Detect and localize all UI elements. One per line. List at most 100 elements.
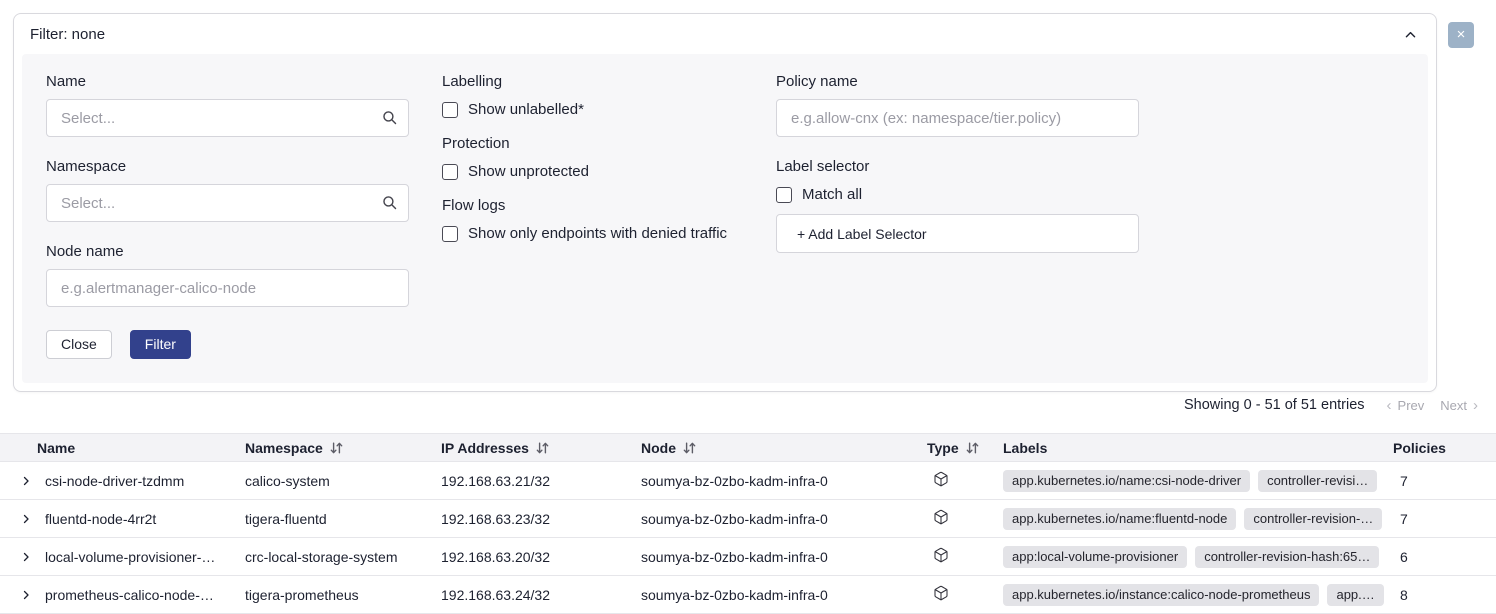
endpoint-name: prometheus-calico-node-… — [45, 587, 214, 603]
show-unprotected-checkbox[interactable] — [442, 164, 458, 180]
endpoint-ip-addresses: 192.168.63.21/32 — [441, 473, 641, 489]
endpoint-labels: app.kubernetes.io/name:csi-node-driver co… — [1003, 470, 1393, 492]
filter-panel: Filter: none Name Namespace Node name — [13, 13, 1437, 392]
pagination: Showing 0 - 51 of 51 entries ‹ Prev Next… — [1184, 397, 1478, 413]
endpoint-ip-addresses: 192.168.63.24/32 — [441, 587, 641, 603]
endpoint-policies-count: 8 — [1393, 587, 1496, 603]
endpoint-namespace: tigera-prometheus — [245, 587, 441, 603]
show-unlabelled-checkbox[interactable] — [442, 102, 458, 118]
endpoint-node: soumya-bz-0zbo-kadm-infra-0 — [641, 511, 927, 527]
column-header-ip-addresses[interactable]: IP Addresses — [441, 440, 641, 456]
column-header-namespace[interactable]: Namespace — [245, 440, 441, 456]
column-header-name: Name — [0, 440, 245, 456]
label-selector-heading: Label selector — [776, 158, 1139, 175]
name-select[interactable] — [46, 99, 409, 137]
namespace-label: Namespace — [46, 158, 409, 175]
flow-logs-heading: Flow logs — [442, 197, 743, 214]
endpoint-policies-count: 7 — [1393, 473, 1496, 489]
search-icon — [381, 194, 398, 211]
column-header-node[interactable]: Node — [641, 440, 927, 456]
table-row[interactable]: fluentd-node-4rr2t tigera-fluentd 192.16… — [0, 500, 1496, 538]
endpoint-policies-count: 7 — [1393, 511, 1496, 527]
label-chip: controller-revisi… — [1258, 470, 1377, 492]
label-chip: app.kubernetes.io/instance:calico-node-p… — [1003, 584, 1319, 606]
filter-panel-body: Name Namespace Node name Close Filt — [22, 54, 1428, 383]
sort-icon[interactable] — [330, 442, 343, 454]
sort-icon[interactable] — [683, 442, 696, 454]
match-all-checkbox[interactable] — [776, 187, 792, 203]
endpoints-table-body: csi-node-driver-tzdmm calico-system 192.… — [0, 462, 1496, 614]
label-chip: controller-revision-… — [1244, 508, 1382, 530]
endpoint-node: soumya-bz-0zbo-kadm-infra-0 — [641, 549, 927, 565]
policy-name-input[interactable] — [776, 99, 1139, 137]
endpoint-namespace: calico-system — [245, 473, 441, 489]
policy-name-label: Policy name — [776, 73, 1139, 90]
name-select-input[interactable] — [46, 99, 409, 137]
table-row[interactable]: local-volume-provisioner-… crc-local-sto… — [0, 538, 1496, 576]
filter-panel-header: Filter: none — [14, 14, 1436, 54]
endpoint-name: local-volume-provisioner-… — [45, 549, 215, 565]
endpoint-node: soumya-bz-0zbo-kadm-infra-0 — [641, 473, 927, 489]
table-row[interactable]: csi-node-driver-tzdmm calico-system 192.… — [0, 462, 1496, 500]
label-chip: controller-revision-hash:65… — [1195, 546, 1379, 568]
endpoint-labels: app:local-volume-provisioner controller-r… — [1003, 546, 1393, 568]
label-chip: app:local-volume-provisioner — [1003, 546, 1187, 568]
table-row[interactable]: prometheus-calico-node-… tigera-promethe… — [0, 576, 1496, 614]
endpoint-namespace: tigera-fluentd — [245, 511, 441, 527]
close-panel-button[interactable]: × — [1448, 22, 1474, 48]
filter-button[interactable]: Filter — [130, 330, 191, 359]
workload-endpoint-type-icon — [933, 585, 949, 604]
endpoint-labels: app.kubernetes.io/instance:calico-node-p… — [1003, 584, 1393, 606]
sort-icon[interactable] — [536, 442, 549, 454]
prev-label: Prev — [1398, 398, 1425, 413]
denied-traffic-checkbox[interactable] — [442, 226, 458, 242]
showing-entries-text: Showing 0 - 51 of 51 entries — [1184, 397, 1365, 413]
next-page-button[interactable]: Next › — [1440, 398, 1478, 413]
endpoint-ip-addresses: 192.168.63.20/32 — [441, 549, 641, 565]
show-unlabelled-label: Show unlabelled* — [468, 101, 584, 118]
name-label: Name — [46, 73, 409, 90]
chevron-left-icon: ‹ — [1387, 398, 1392, 413]
column-header-policies: Policies — [1393, 440, 1496, 456]
expand-row-chevron-icon[interactable] — [20, 513, 37, 525]
label-chip: app.… — [1327, 584, 1383, 606]
next-label: Next — [1440, 398, 1467, 413]
workload-endpoint-type-icon — [933, 547, 949, 566]
filter-title: Filter: none — [30, 26, 105, 43]
endpoints-table: NameNamespaceIP AddressesNodeTypeLabelsP… — [0, 433, 1496, 614]
endpoint-name: fluentd-node-4rr2t — [45, 511, 156, 527]
endpoint-node: soumya-bz-0zbo-kadm-infra-0 — [641, 587, 927, 603]
endpoint-namespace: crc-local-storage-system — [245, 549, 441, 565]
endpoint-labels: app.kubernetes.io/name:fluentd-node contr… — [1003, 508, 1393, 530]
workload-endpoint-type-icon — [933, 471, 949, 490]
protection-heading: Protection — [442, 135, 743, 152]
expand-row-chevron-icon[interactable] — [20, 551, 37, 563]
chevron-up-icon[interactable] — [1403, 28, 1418, 42]
endpoint-name: csi-node-driver-tzdmm — [45, 473, 184, 489]
label-chip: app.kubernetes.io/name:csi-node-driver — [1003, 470, 1250, 492]
sort-icon[interactable] — [966, 442, 979, 454]
column-header-type[interactable]: Type — [927, 440, 1003, 456]
namespace-select-input[interactable] — [46, 184, 409, 222]
prev-page-button[interactable]: ‹ Prev — [1387, 398, 1425, 413]
endpoint-policies-count: 6 — [1393, 549, 1496, 565]
labelling-heading: Labelling — [442, 73, 743, 90]
show-unprotected-label: Show unprotected — [468, 163, 589, 180]
expand-row-chevron-icon[interactable] — [20, 475, 37, 487]
workload-endpoint-type-icon — [933, 509, 949, 528]
policy-name-field[interactable] — [776, 99, 1139, 137]
chevron-right-icon: › — [1473, 398, 1478, 413]
add-label-selector-button[interactable]: + Add Label Selector — [776, 214, 1139, 253]
column-header-labels: Labels — [1003, 440, 1393, 456]
endpoint-ip-addresses: 192.168.63.23/32 — [441, 511, 641, 527]
node-name-input[interactable] — [46, 269, 409, 307]
expand-row-chevron-icon[interactable] — [20, 589, 37, 601]
denied-traffic-label: Show only endpoints with denied traffic — [468, 225, 727, 242]
search-icon — [381, 109, 398, 126]
label-chip: app.kubernetes.io/name:fluentd-node — [1003, 508, 1236, 530]
namespace-select[interactable] — [46, 184, 409, 222]
node-name-label: Node name — [46, 243, 409, 260]
close-button[interactable]: Close — [46, 330, 112, 359]
match-all-label: Match all — [802, 186, 862, 203]
node-name-field[interactable] — [46, 269, 409, 307]
